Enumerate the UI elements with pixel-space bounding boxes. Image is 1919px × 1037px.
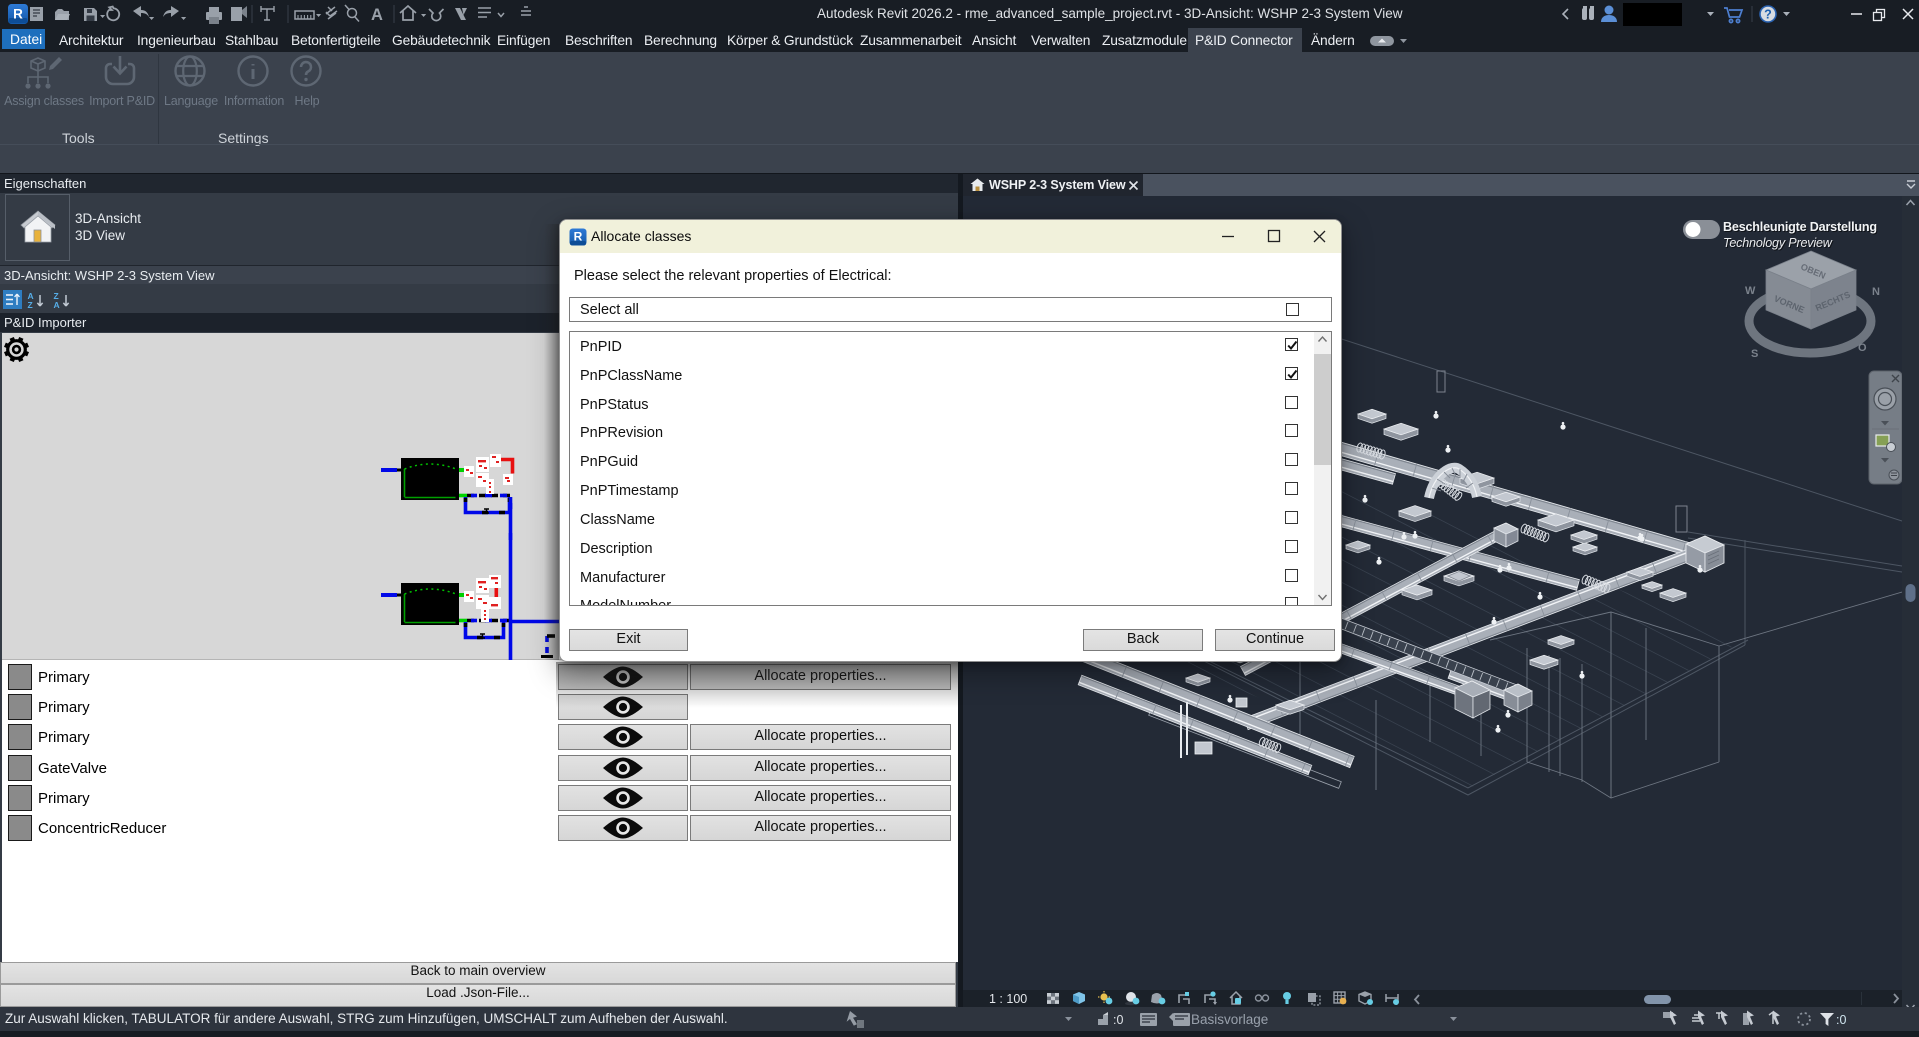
svg-text:Basisvorlage: Basisvorlage xyxy=(1191,1012,1268,1027)
svg-text:Z: Z xyxy=(28,300,33,310)
svg-text:Technology Preview: Technology Preview xyxy=(1723,236,1833,250)
svg-text:R: R xyxy=(13,7,23,22)
svg-text:S: S xyxy=(1751,348,1758,360)
svg-text:O: O xyxy=(1858,342,1867,354)
svg-text:N: N xyxy=(1872,286,1880,298)
svg-text::0: :0 xyxy=(1113,1013,1123,1027)
svg-text:A: A xyxy=(54,300,60,310)
svg-text:W: W xyxy=(1745,285,1756,297)
svg-text:?: ? xyxy=(1764,8,1772,22)
svg-text:R: R xyxy=(574,230,583,244)
svg-text::0: :0 xyxy=(1836,1013,1846,1027)
svg-text:Beschleunigte Darstellung: Beschleunigte Darstellung xyxy=(1723,220,1877,234)
svg-text:A: A xyxy=(371,6,383,24)
